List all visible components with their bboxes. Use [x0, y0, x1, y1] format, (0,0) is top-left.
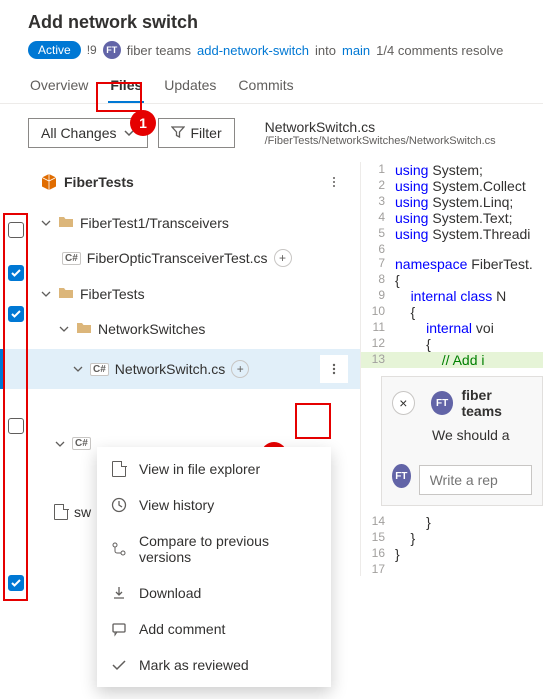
folder-icon	[58, 285, 74, 302]
current-file-path: /FiberTests/NetworkSwitches/NetworkSwitc…	[265, 135, 496, 147]
cs-icon: C#	[90, 363, 109, 376]
comment-thread: × FT fiber teams We should a FT	[381, 376, 543, 506]
menu-label: View in file explorer	[139, 461, 260, 477]
author-name: fiber teams	[127, 43, 191, 58]
cs-icon: C#	[62, 252, 81, 265]
tree-root[interactable]: FiberTests	[0, 162, 360, 202]
page-title: Add network switch	[28, 12, 515, 33]
tree-file-label: NetworkSwitch.cs	[115, 361, 225, 377]
avatar: FT	[392, 464, 411, 488]
tab-updates[interactable]: Updates	[162, 67, 218, 103]
more-button[interactable]	[320, 168, 348, 196]
target-branch[interactable]: main	[342, 43, 370, 58]
filter-icon	[171, 125, 185, 141]
status-badge[interactable]: Active	[28, 41, 81, 59]
menu-label: Compare to previous versions	[139, 533, 317, 565]
menu-add-comment[interactable]: Add comment	[97, 611, 331, 647]
source-branch[interactable]: add-network-switch	[197, 43, 309, 58]
tree-folder[interactable]: FiberTests	[0, 279, 360, 308]
tree-file-label: FiberOpticTransceiverTest.cs	[87, 250, 268, 266]
menu-label: View history	[139, 497, 214, 513]
plus-icon[interactable]: +	[231, 360, 249, 378]
cs-icon: C#	[72, 437, 91, 450]
menu-view-explorer[interactable]: View in file explorer	[97, 451, 331, 487]
compare-icon	[111, 541, 127, 557]
comment-author: fiber teams	[461, 387, 532, 419]
tree-folder[interactable]: FiberTest1/Transceivers	[0, 208, 360, 237]
pr-id: !9	[87, 43, 97, 57]
menu-compare[interactable]: Compare to previous versions	[97, 523, 331, 575]
chevron-down-icon	[58, 323, 70, 335]
chevron-down-icon	[54, 438, 66, 450]
checkbox[interactable]	[8, 222, 24, 238]
comments-count: 1/4 comments resolve	[376, 43, 503, 58]
plus-icon[interactable]: +	[274, 249, 292, 267]
download-icon	[111, 585, 127, 601]
filter-label: Filter	[191, 125, 222, 141]
tree-file-label: sw	[74, 504, 91, 520]
check-icon	[111, 657, 127, 673]
tree-folder-label: FiberTest1/Transceivers	[80, 215, 229, 231]
menu-label: Download	[139, 585, 201, 601]
menu-download[interactable]: Download	[97, 575, 331, 611]
reply-input[interactable]	[419, 465, 532, 495]
checkbox-checked[interactable]	[8, 265, 24, 281]
chevron-down-icon	[40, 288, 52, 300]
folder-icon	[58, 214, 74, 231]
tree-file-selected[interactable]: C# NetworkSwitch.cs +	[0, 349, 360, 389]
menu-mark-reviewed[interactable]: Mark as reviewed	[97, 647, 331, 683]
menu-label: Mark as reviewed	[139, 657, 249, 673]
folder-icon	[76, 320, 92, 337]
tree-folder-label: NetworkSwitches	[98, 321, 205, 337]
checkbox-checked[interactable]	[8, 306, 24, 322]
annotation-1: 1	[130, 110, 156, 136]
tree-folder[interactable]: NetworkSwitches	[0, 314, 360, 343]
comment-body: We should a	[432, 427, 532, 443]
tab-overview[interactable]: Overview	[28, 67, 90, 103]
avatar: FT	[431, 391, 454, 415]
chevron-down-icon	[40, 217, 52, 229]
file-icon	[111, 461, 127, 477]
more-button[interactable]	[320, 355, 348, 383]
tree-folder-label: FiberTests	[80, 286, 145, 302]
comment-icon	[111, 621, 127, 637]
close-icon[interactable]: ×	[392, 391, 415, 415]
file-icon	[54, 504, 68, 520]
avatar[interactable]: FT	[103, 41, 121, 59]
into-label: into	[315, 43, 336, 58]
tree-file[interactable]: C# FiberOpticTransceiverTest.cs +	[0, 243, 360, 273]
repo-icon	[40, 173, 58, 191]
current-file-name: NetworkSwitch.cs	[265, 119, 496, 135]
checkbox-checked[interactable]	[8, 575, 24, 591]
context-menu: View in file explorer View history Compa…	[97, 447, 331, 687]
history-icon	[111, 497, 127, 513]
checkbox[interactable]	[8, 418, 24, 434]
menu-label: Add comment	[139, 621, 225, 637]
tree-root-label: FiberTests	[64, 174, 134, 190]
tab-commits[interactable]: Commits	[236, 67, 295, 103]
filter-button[interactable]: Filter	[158, 118, 235, 148]
chevron-down-icon	[72, 363, 84, 375]
menu-view-history[interactable]: View history	[97, 487, 331, 523]
all-changes-label: All Changes	[41, 125, 117, 141]
